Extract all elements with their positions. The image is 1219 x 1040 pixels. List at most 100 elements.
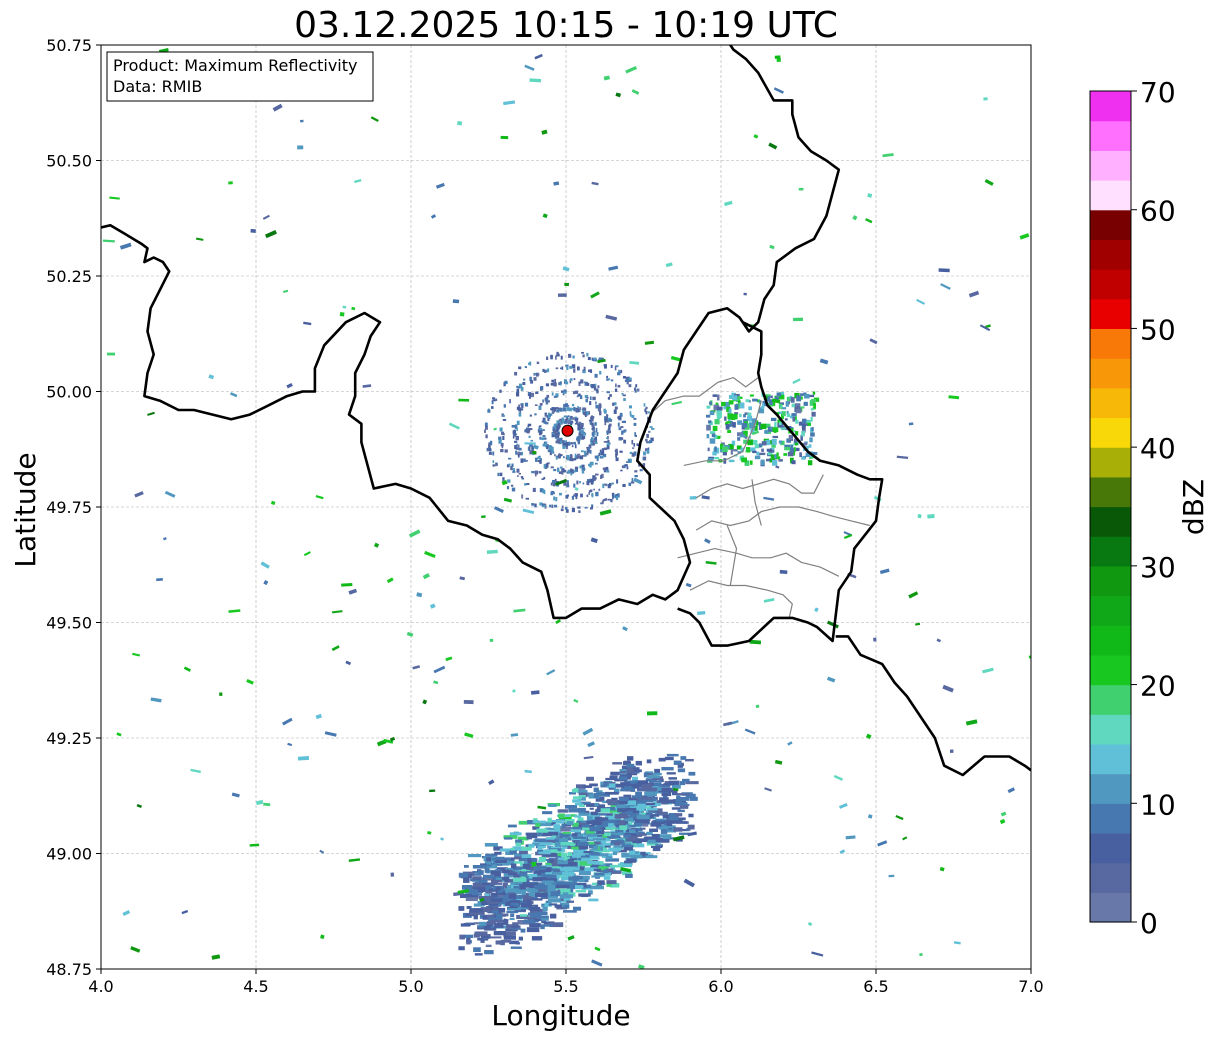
echo-cell [564, 421, 568, 424]
echo-cell [592, 427, 595, 430]
echo-cell [743, 292, 747, 296]
colorbar-label: dBZ [1177, 479, 1210, 535]
echo-cell [571, 445, 574, 448]
echo-cell [741, 457, 747, 463]
x-tick-label: 6.5 [863, 977, 888, 996]
echo-cell [559, 466, 563, 469]
echo-cell [484, 429, 486, 433]
colorbar-tick-label: 10 [1140, 788, 1176, 821]
echo-cell [508, 457, 512, 460]
echo-cell [600, 808, 611, 813]
echo-cell [620, 437, 624, 440]
colorbar-band [1090, 239, 1131, 270]
echo-cell [534, 503, 537, 508]
echo-cell [610, 379, 614, 382]
echo-cell [648, 441, 651, 444]
echo-cell [607, 440, 610, 443]
echo-cell [678, 817, 686, 821]
echo-cell [566, 407, 570, 411]
echo-cell [810, 416, 813, 422]
echo-cell [472, 879, 485, 882]
echo-cell [608, 868, 614, 872]
echo-cell [504, 449, 508, 453]
echo-cell [626, 466, 629, 470]
echo-cell [539, 430, 543, 434]
echo-cell [588, 898, 599, 902]
echo-cell [675, 813, 683, 817]
echo-cell [458, 398, 470, 402]
x-tick-label: 5.0 [398, 977, 423, 996]
colorbar-band [1090, 269, 1131, 300]
echo-cell [752, 440, 758, 445]
echo-cell [529, 78, 542, 83]
echo-cell [531, 898, 543, 901]
colorbar-band [1090, 506, 1131, 537]
echo-cell [504, 380, 508, 384]
y-tick-label: 48.75 [46, 960, 92, 979]
echo-cell [608, 419, 613, 422]
echo-cell [617, 832, 625, 836]
y-tick-label: 50.50 [46, 152, 92, 171]
echo-cell [574, 453, 577, 458]
echo-cell [636, 443, 639, 447]
echo-cell [574, 802, 583, 806]
colorbar-tick-label: 60 [1140, 195, 1176, 228]
echo-cell [635, 384, 638, 388]
echo-cell [562, 456, 565, 459]
colorbar-tick-label: 0 [1140, 907, 1158, 940]
echo-cell [529, 450, 533, 455]
echo-cell [534, 404, 538, 406]
echo-cell [557, 468, 560, 473]
echo-cell [587, 356, 591, 361]
echo-cell [566, 419, 571, 424]
echo-cell [514, 371, 518, 376]
echo-cell [578, 381, 581, 384]
echo-cell [790, 445, 794, 450]
echo-cell [606, 799, 619, 803]
echo-cell [810, 432, 815, 437]
echo-cell [908, 422, 914, 426]
echo-cell [563, 440, 568, 443]
echo-cell [556, 409, 560, 413]
echo-cell [770, 417, 777, 422]
echo-cell [390, 872, 395, 877]
echo-cell [572, 355, 575, 359]
echo-cell [586, 396, 589, 399]
echo-cell [544, 369, 547, 373]
echo-cell [463, 699, 474, 705]
echo-cell [591, 505, 593, 510]
echo-cell [576, 366, 580, 371]
echo-cell [641, 784, 653, 789]
echo-cell [805, 423, 808, 426]
x-tick-label: 6.0 [708, 977, 733, 996]
echo-cell [503, 404, 506, 408]
echo-cell [603, 869, 609, 874]
echo-cell [594, 816, 602, 821]
echo-cell [730, 449, 733, 455]
echo-cell [300, 119, 304, 123]
echo-cell [504, 837, 513, 840]
echo-cell [610, 499, 613, 503]
echo-cell [515, 842, 522, 847]
echo-cell [586, 820, 593, 825]
echo-cell [597, 880, 605, 885]
echo-cell [520, 928, 526, 933]
echo-cell [501, 869, 510, 874]
echo-cell [524, 366, 527, 369]
colorbar-ticks: 0 10 20 30 40 50 60 70 [1131, 76, 1176, 940]
echo-cell [760, 423, 767, 430]
echo-cell [598, 357, 602, 360]
echo-cell [528, 362, 531, 365]
echo-cell [500, 135, 509, 140]
echo-cell [646, 837, 660, 840]
echo-cell [631, 477, 634, 482]
echo-cell [545, 867, 552, 871]
echo-cell [595, 404, 599, 409]
echo-cell [569, 867, 575, 870]
echo-cell [570, 442, 573, 445]
echo-cell [544, 442, 548, 447]
echo-cell [587, 480, 590, 486]
echo-cell [643, 451, 646, 456]
colorbar-tick-label: 20 [1140, 670, 1176, 703]
echo-cell [645, 855, 658, 859]
